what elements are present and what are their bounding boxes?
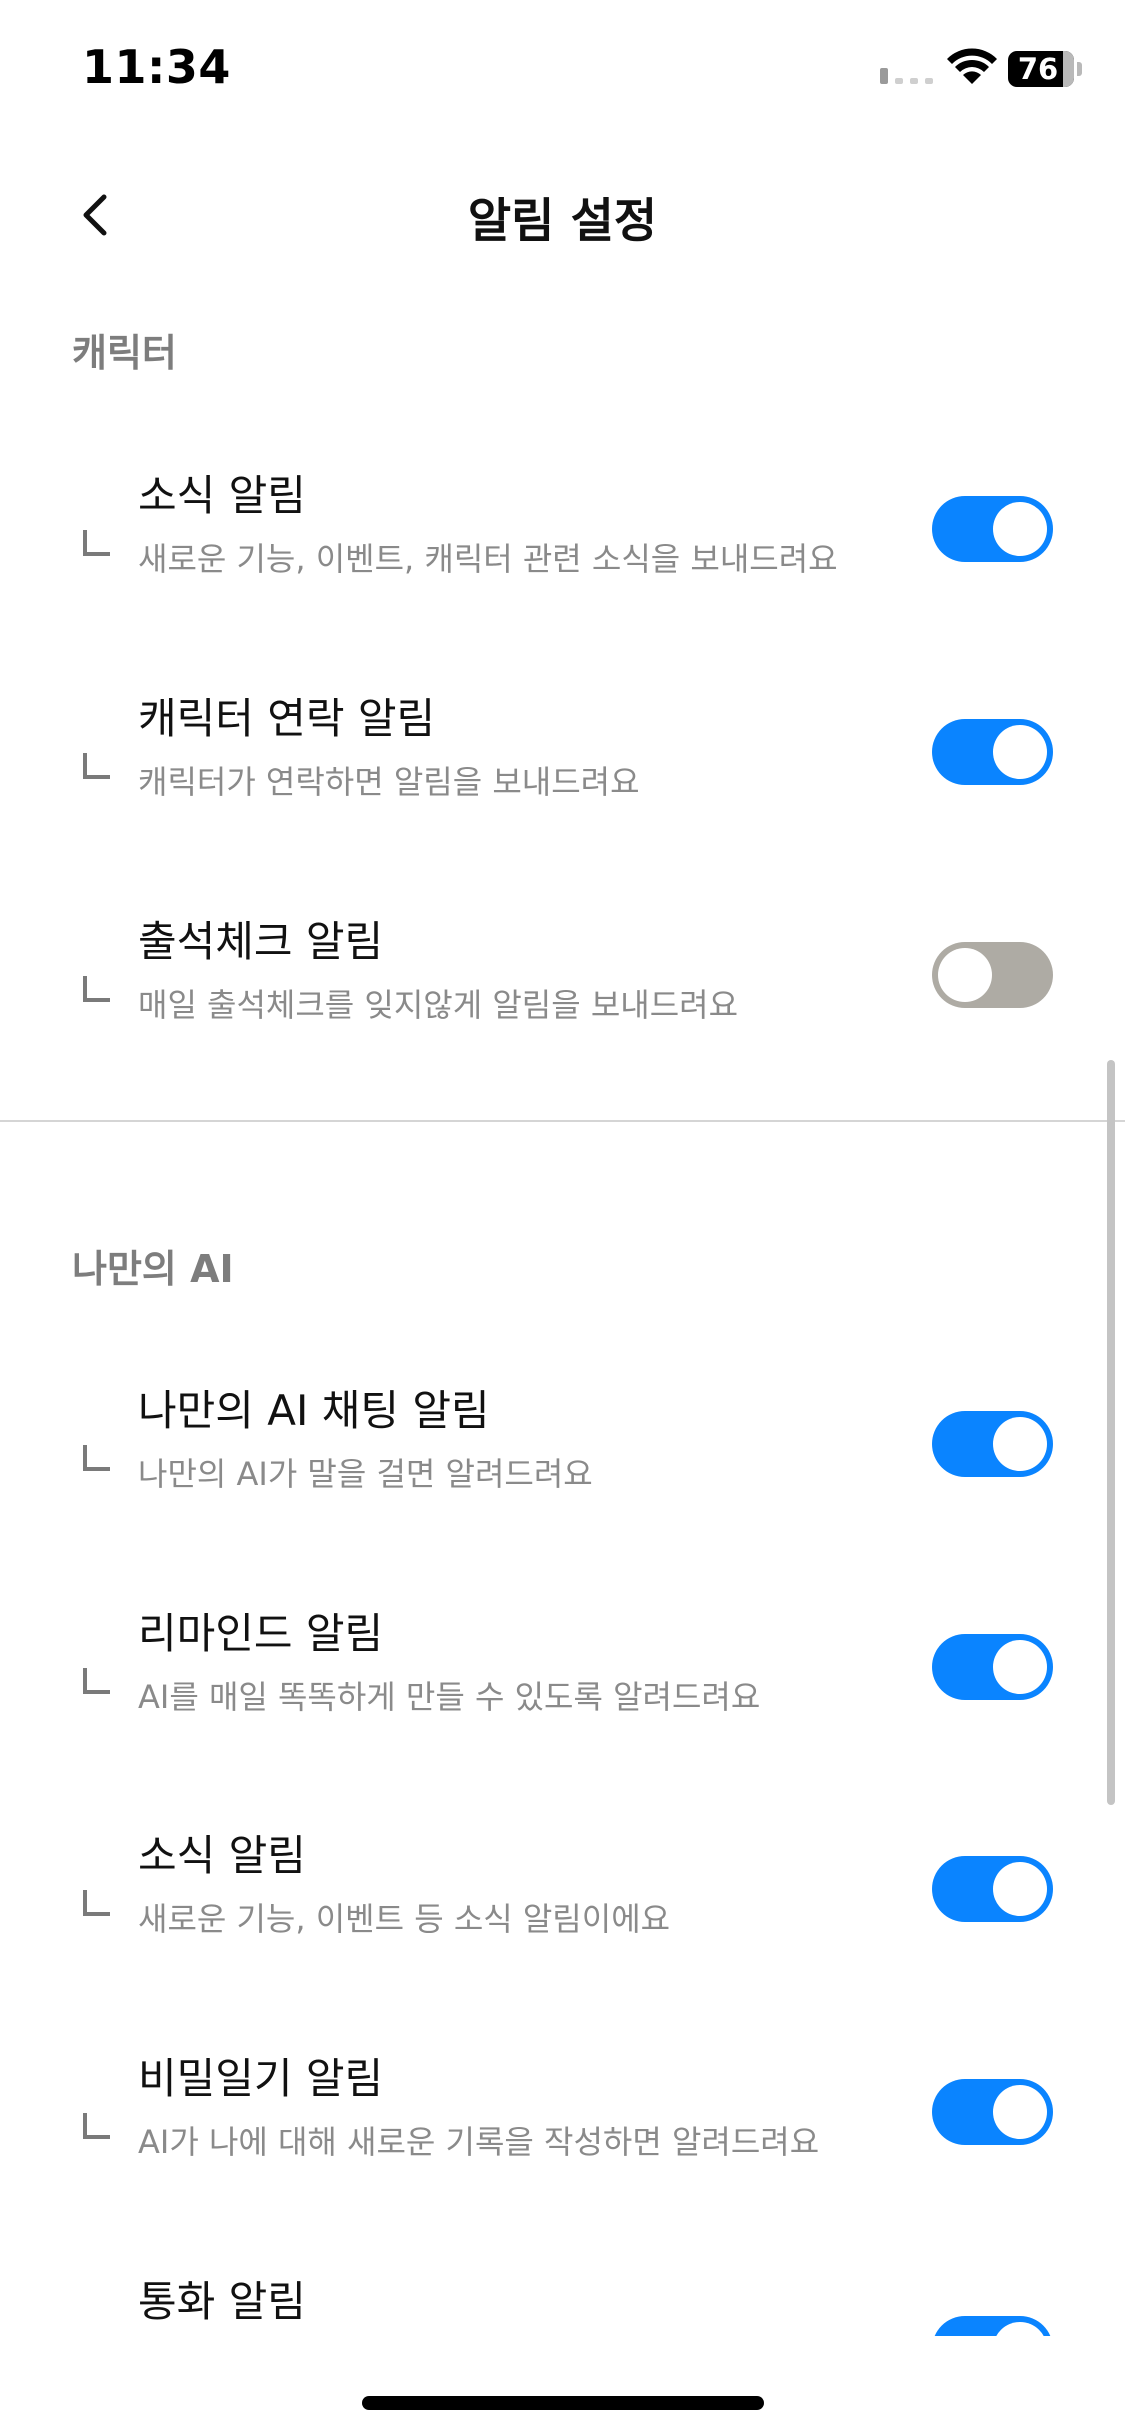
toggle-knob [993,502,1047,556]
setting-description: 캐릭터가 연락하면 알림을 보내드려요 [138,763,640,801]
toggle-knob [993,725,1047,779]
section-divider [0,1120,1125,1122]
toggle-switch-partial[interactable] [932,2316,1053,2336]
setting-title: 출석체크 알림 [138,917,384,966]
toggle-switch[interactable] [932,2316,1053,2336]
setting-description: 새로운 기능, 이벤트, 캐릭터 관련 소식을 보내드려요 [138,540,838,578]
battery-level: 76 [1017,52,1059,86]
status-time: 11:34 [82,40,231,94]
corner-arrow-icon [83,2113,110,2139]
setting-title: 캐릭터 연락 알림 [138,694,436,743]
setting-description: 나만의 AI가 말을 걸면 알려드려요 [138,1455,593,1493]
section-title-character: 캐릭터 [72,331,177,375]
toggle-knob [993,2322,1047,2336]
setting-title: 통화 알림 [138,2277,306,2326]
toggle-knob [993,2085,1047,2139]
setting-row-news: 소식 알림 새로운 기능, 이벤트, 캐릭터 관련 소식을 보내드려요 [0,462,1125,662]
setting-row-remind: 리마인드 알림 AI를 매일 똑똑하게 만들 수 있도록 알려드려요 [0,1600,1125,1800]
setting-description: AI를 매일 똑똑하게 만들 수 있도록 알려드려요 [138,1678,761,1716]
setting-row-character-contact: 캐릭터 연락 알림 캐릭터가 연락하면 알림을 보내드려요 [0,685,1125,885]
toggle-switch[interactable] [932,2079,1053,2145]
toggle-knob [938,948,992,1002]
section-title-my-ai: 나만의 AI [72,1247,234,1291]
setting-description: 새로운 기능, 이벤트 등 소식 알림이에요 [138,1900,671,1938]
cellular-signal-icon [880,68,933,84]
wifi-icon [947,48,997,84]
setting-row-attendance: 출석체크 알림 매일 출석체크를 잊지않게 알림을 보내드려요 [0,908,1125,1108]
page-title: 알림 설정 [467,194,658,249]
toggle-knob [993,1640,1047,1694]
corner-arrow-icon [83,1445,110,1471]
setting-description: 매일 출석체크를 잊지않게 알림을 보내드려요 [138,986,739,1024]
corner-arrow-icon [83,1668,110,1694]
toggle-switch[interactable] [932,496,1053,562]
toggle-switch[interactable] [932,1856,1053,1922]
corner-arrow-icon [83,976,110,1002]
toggle-switch[interactable] [932,719,1053,785]
setting-row-ai-chat: 나만의 AI 채팅 알림 나만의 AI가 말을 걸면 알려드려요 [0,1377,1125,1577]
setting-row-secret-diary: 비밀일기 알림 AI가 나에 대해 새로운 기록을 작성하면 알려드려요 [0,2045,1125,2245]
home-indicator [362,2396,764,2410]
setting-title: 나만의 AI 채팅 알림 [138,1386,490,1435]
toggle-switch[interactable] [932,1634,1053,1700]
battery-icon: 76 [1008,51,1074,87]
setting-title: 소식 알림 [138,471,306,520]
setting-title: 리마인드 알림 [138,1609,384,1658]
toggle-switch[interactable] [932,1411,1053,1477]
corner-arrow-icon [83,753,110,779]
toggle-knob [993,1417,1047,1471]
setting-row-ai-news: 소식 알림 새로운 기능, 이벤트 등 소식 알림이에요 [0,1822,1125,2022]
setting-title: 소식 알림 [138,1831,306,1880]
navigation-header: 알림 설정 [0,160,1125,270]
setting-description: AI가 나에 대해 새로운 기록을 작성하면 알려드려요 [138,2123,820,2161]
setting-title: 비밀일기 알림 [138,2054,384,2103]
toggle-switch[interactable] [932,942,1053,1008]
corner-arrow-icon [83,1890,110,1916]
corner-arrow-icon [83,530,110,556]
toggle-knob [993,1862,1047,1916]
status-bar: 11:34 76 [0,0,1125,135]
battery-cap [1077,62,1082,76]
